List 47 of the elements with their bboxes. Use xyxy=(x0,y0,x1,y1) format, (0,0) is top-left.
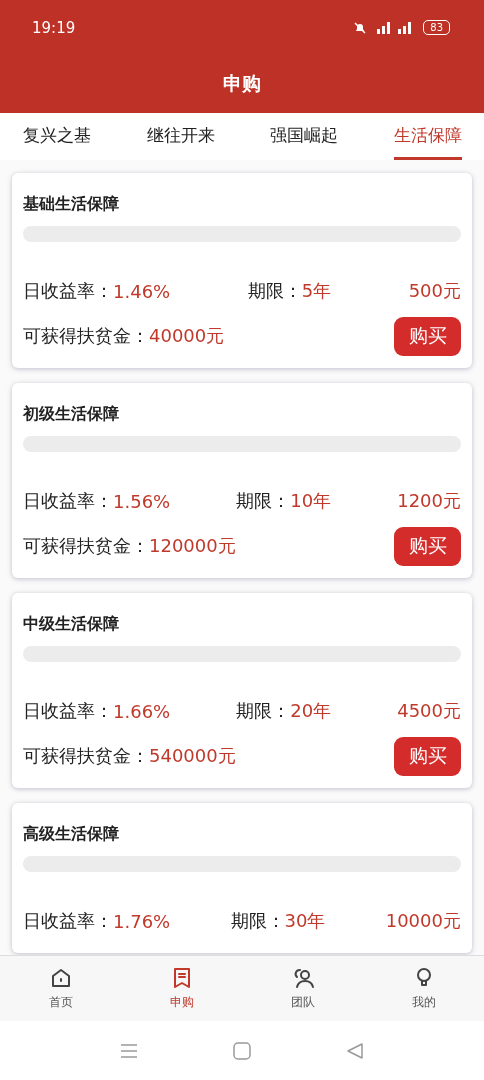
bonus-label: 可获得扶贫金： xyxy=(23,744,149,768)
product-name: 高级生活保障 xyxy=(23,824,120,845)
rate-label: 日收益率： xyxy=(23,699,113,723)
rate-value: 1.46% xyxy=(113,280,171,302)
nav-item[interactable]: 我的 xyxy=(363,956,484,1021)
term-label: 期限： xyxy=(230,909,285,933)
menu-icon[interactable] xyxy=(120,1042,138,1059)
price: 500元 xyxy=(408,279,461,303)
rate-value: 1.66% xyxy=(113,700,171,722)
category-tab[interactable]: 复兴之基 xyxy=(23,113,91,160)
rate-label: 日收益率： xyxy=(23,279,113,303)
bonus-value: 540000元 xyxy=(149,744,236,768)
buy-button[interactable]: 购买 xyxy=(394,316,461,356)
term-value: 5年 xyxy=(301,279,332,303)
rate-label: 日收益率： xyxy=(23,909,113,933)
term-label: 期限： xyxy=(247,279,302,303)
nav-item[interactable]: 首页 xyxy=(0,956,121,1021)
status-time: 19:19 xyxy=(32,18,76,37)
category-tab[interactable]: 强国崛起 xyxy=(270,113,339,160)
product-name: 中级生活保障 xyxy=(23,614,120,635)
bonus-value: 40000元 xyxy=(149,324,225,348)
page-title: 申购 xyxy=(223,71,261,96)
term-value: 20年 xyxy=(290,699,332,723)
term-label: 期限： xyxy=(236,489,291,513)
product-name: 基础生活保障 xyxy=(23,194,120,215)
bonus-label: 可获得扶贫金： xyxy=(23,324,149,348)
term-value: 30年 xyxy=(284,909,326,933)
bell-muted-icon xyxy=(353,20,368,35)
rate-value: 1.56% xyxy=(113,490,171,512)
back-icon[interactable] xyxy=(346,1041,364,1060)
nav-item[interactable]: 团队 xyxy=(242,956,363,1021)
price: 1200元 xyxy=(397,489,461,513)
term-label: 期限： xyxy=(236,699,291,723)
bonus-label: 可获得扶贫金： xyxy=(23,534,149,558)
product-name: 初级生活保障 xyxy=(23,404,120,425)
battery-level: 83 xyxy=(423,20,450,35)
bonus-value: 120000元 xyxy=(149,534,236,558)
term-value: 10年 xyxy=(290,489,332,513)
buy-button[interactable]: 购买 xyxy=(394,736,461,776)
rate-label: 日收益率： xyxy=(23,489,113,513)
buy-button[interactable]: 购买 xyxy=(394,526,461,566)
rate-value: 1.76% xyxy=(113,910,171,932)
price: 10000元 xyxy=(385,909,461,933)
price: 4500元 xyxy=(397,699,461,723)
nav-item[interactable]: 申购 xyxy=(121,956,242,1021)
category-tab[interactable]: 继往开来 xyxy=(146,113,215,160)
square-icon[interactable] xyxy=(233,1041,251,1060)
